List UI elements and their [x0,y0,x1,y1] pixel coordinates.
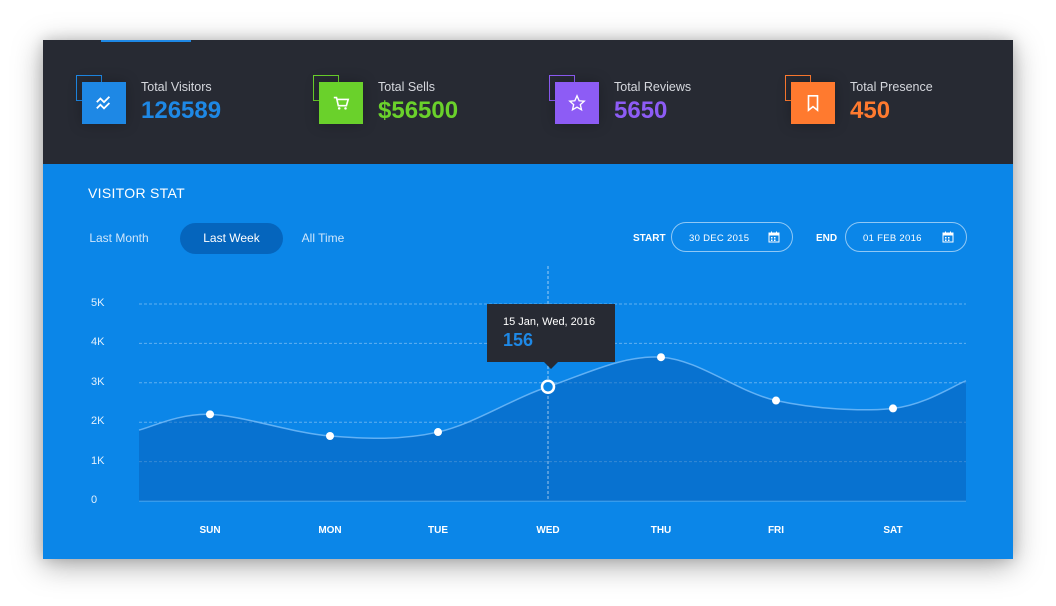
stat-value: 450 [850,97,891,124]
visitor-stat-panel: VISITOR STAT Last Month Last Week All Ti… [43,164,1013,559]
stat-total-sells: Total Sells $56500 [280,40,500,164]
x-tick-label: SUN [199,525,221,536]
x-tick-label: WED [536,525,560,536]
stat-label: Total Presence [850,80,933,94]
data-point [889,404,897,413]
highlighted-point [540,379,556,394]
bookmark-icon [791,82,835,124]
area-fill [139,357,966,501]
tooltip-value: 156 [503,330,534,350]
stat-label: Total Sells [378,80,435,94]
stats-header: Total Visitors 126589 Total Sells $56500… [43,40,1013,164]
stat-total-visitors: Total Visitors 126589 [43,40,263,164]
data-point [657,353,665,362]
tooltip-date: 15 Jan, Wed, 2016 [503,316,596,328]
data-point [772,396,780,405]
x-tick-label: TUE [428,525,448,536]
x-tick-label: THU [650,525,672,536]
x-tick-label: MON [318,525,342,536]
stat-label: Total Reviews [614,80,692,94]
y-tick-label: 3K [91,375,105,388]
y-tick-label: 1K [91,454,105,467]
y-tick-label: 5K [91,297,105,309]
chart-tooltip: 15 Jan, Wed, 2016 156 [487,304,615,369]
y-tick-label: 4K [91,336,105,349]
x-tick-label: SAT [883,525,903,536]
stat-total-reviews: Total Reviews 5650 [516,40,736,164]
dashboard-frame: Total Visitors 126589 Total Sells $56500… [43,40,1013,559]
stat-value: $56500 [378,97,459,124]
stat-label: Total Visitors [141,80,212,94]
data-point [206,410,214,419]
stat-total-presence: Total Presence 450 [752,40,972,164]
trend-icon [82,82,126,124]
x-tick-label: FRI [767,525,785,536]
star-icon [555,82,599,124]
data-point [326,431,334,440]
stat-value: 126589 [141,97,222,124]
data-point [434,428,442,437]
y-tick-label: 0 [91,494,98,506]
y-tick-label: 2K [91,415,105,428]
stat-value: 5650 [614,97,668,124]
cart-icon [319,82,363,124]
